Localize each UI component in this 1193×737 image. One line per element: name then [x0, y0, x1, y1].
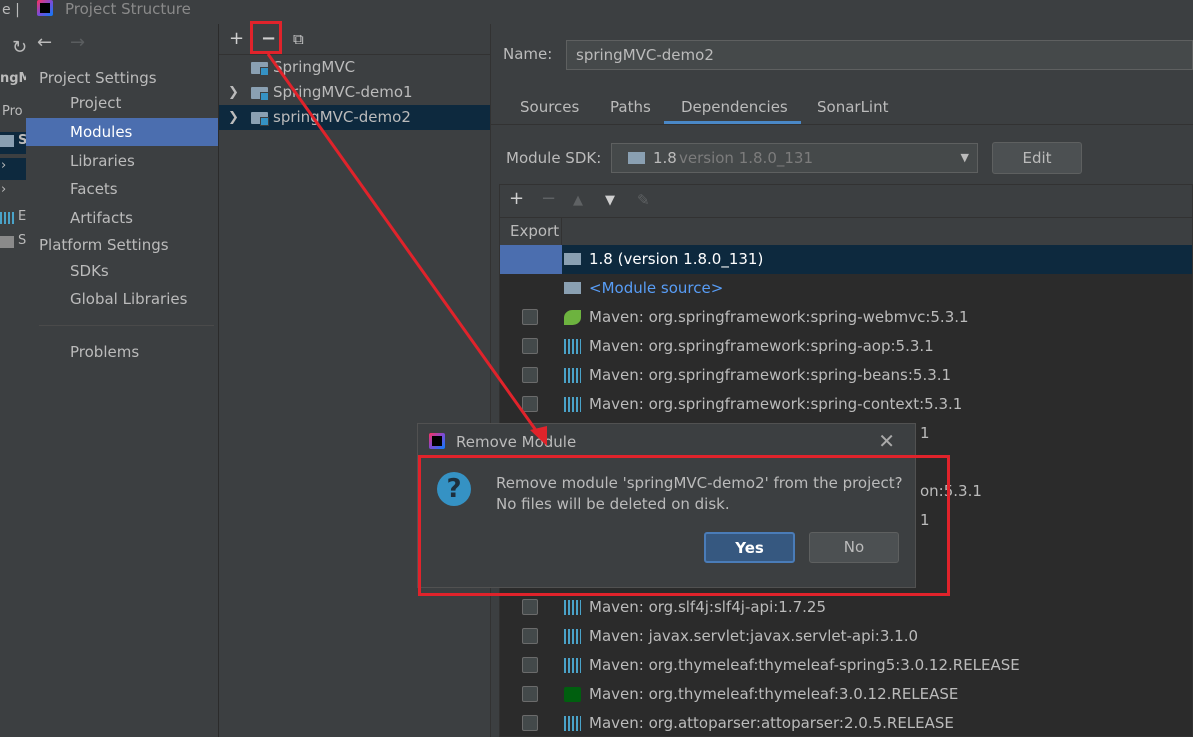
- annotation-arrow-line: [266, 53, 542, 437]
- annotation-arrow-head: [530, 426, 547, 446]
- annotation-arrow: [266, 53, 547, 446]
